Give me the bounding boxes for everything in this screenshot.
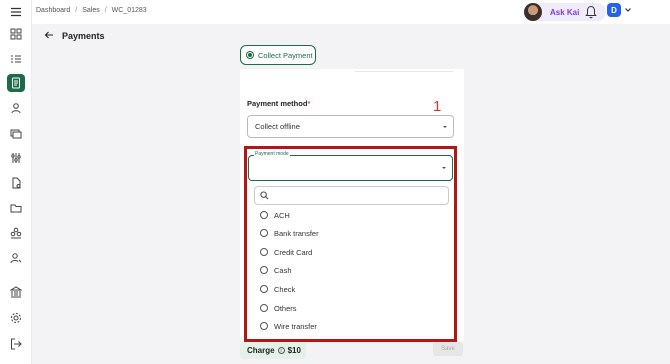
payment-method-label: Payment method* — [247, 99, 311, 108]
document-icon[interactable] — [7, 74, 25, 92]
breadcrumb: Dashboard / Sales / WC_01283 — [36, 7, 147, 14]
breadcrumb-sales[interactable]: Sales — [82, 7, 100, 14]
save-button[interactable]: Save — [433, 342, 463, 356]
breadcrumb-dashboard[interactable]: Dashboard — [36, 7, 70, 14]
breadcrumb-separator: / — [75, 7, 78, 14]
divider — [355, 69, 453, 72]
annotation-highlight-box — [244, 146, 457, 342]
list-icon[interactable] — [7, 50, 25, 68]
annotation-number: 1 — [433, 98, 442, 115]
radio-selected-icon — [246, 51, 254, 59]
settings-icon[interactable] — [7, 309, 25, 327]
sidebar — [0, 0, 32, 364]
sliders-icon[interactable] — [7, 149, 25, 167]
menu-icon[interactable] — [7, 3, 25, 21]
breadcrumb-current: WC_01283 — [111, 7, 147, 14]
collect-payment-option[interactable]: Collect Payment — [240, 45, 316, 65]
bank-icon[interactable] — [7, 283, 25, 301]
dashboard-icon[interactable] — [7, 25, 25, 43]
team-icon[interactable] — [7, 224, 25, 242]
chevron-down-icon[interactable] — [624, 6, 632, 14]
payment-method-select[interactable]: Collect offline — [247, 115, 454, 138]
logout-icon[interactable] — [7, 335, 25, 353]
charge-summary: Charge i $10 — [240, 342, 306, 359]
payment-method-value: Collect offline — [255, 122, 300, 131]
info-icon[interactable]: i — [277, 347, 285, 354]
back-arrow-icon[interactable] — [44, 30, 54, 42]
charge-amount: $10 — [287, 346, 301, 355]
file-icon[interactable] — [7, 174, 25, 192]
collect-payment-label: Collect Payment — [258, 50, 313, 60]
breadcrumb-separator: / — [104, 7, 107, 14]
folder-icon[interactable] — [7, 199, 25, 217]
billing-icon[interactable] — [7, 124, 25, 142]
charge-label: Charge — [247, 346, 275, 355]
page-title: Payments — [62, 31, 105, 41]
user-avatar[interactable]: D — [607, 3, 621, 17]
avatar — [524, 3, 542, 21]
user-edit-icon[interactable] — [7, 249, 25, 267]
bell-icon[interactable] — [585, 5, 597, 19]
caret-down-icon — [443, 125, 447, 128]
person-icon[interactable] — [7, 99, 25, 117]
ask-kai-label: Ask Kai — [550, 7, 580, 17]
page-header: Payments — [44, 30, 105, 42]
